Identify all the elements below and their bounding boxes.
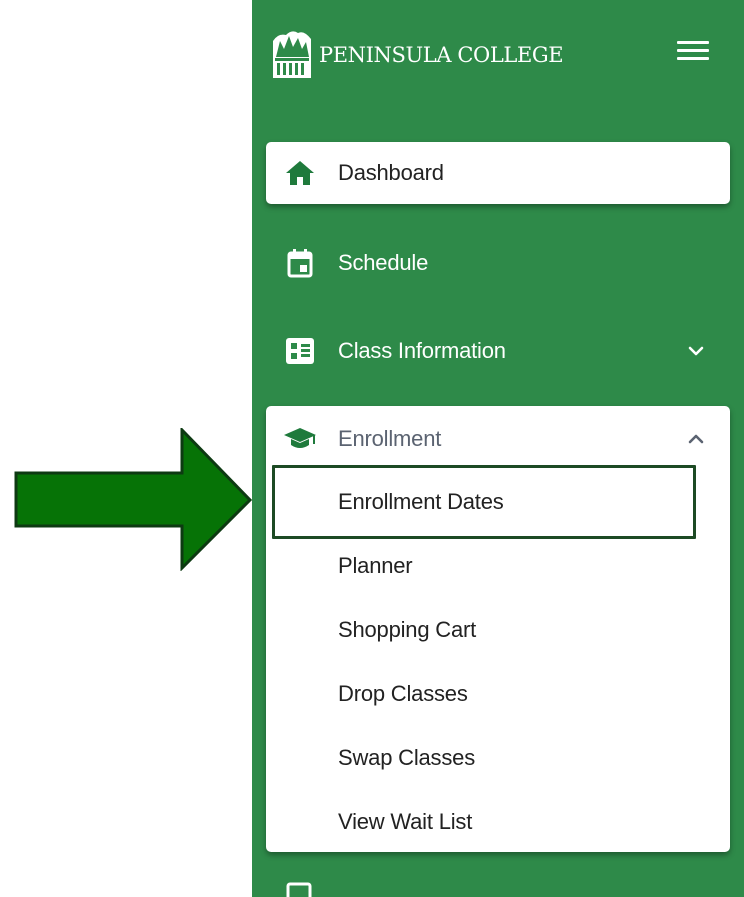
nav-item-schedule[interactable]: Schedule <box>266 232 730 294</box>
chevron-down-icon[interactable] <box>684 339 708 363</box>
screenshot-stage: PENINSULA COLLEGE Dashboard Schedule Cla… <box>0 0 744 897</box>
nav-label-class-information: Class Information <box>338 338 506 363</box>
subnav-item-shopping-cart[interactable]: Shopping Cart <box>338 610 476 650</box>
subnav-item-enrollment-dates[interactable]: Enrollment Dates <box>338 482 504 522</box>
menu-bar <box>677 48 709 52</box>
sidebar: PENINSULA COLLEGE Dashboard Schedule Cla… <box>252 0 744 897</box>
nav-group-enrollment: Enrollment Enrollment Dates Planner Shop… <box>266 406 730 852</box>
brand-name: PENINSULA COLLEGE <box>319 42 564 67</box>
graduation-cap-icon <box>283 422 317 456</box>
nav-item-class-information[interactable]: Class Information <box>266 320 730 382</box>
nav-item-dashboard[interactable]: Dashboard <box>266 142 730 204</box>
subnav-item-swap-classes[interactable]: Swap Classes <box>338 738 475 778</box>
subnav-item-drop-classes[interactable]: Drop Classes <box>338 674 468 714</box>
class-list-icon <box>283 334 317 368</box>
subnav-item-view-wait-list[interactable]: View Wait List <box>338 802 472 842</box>
nav-label-enrollment: Enrollment <box>338 426 442 451</box>
nav-item-enrollment[interactable]: Enrollment <box>266 406 730 472</box>
calendar-icon <box>283 246 317 280</box>
chevron-up-icon[interactable] <box>684 427 708 451</box>
college-building-logo-icon <box>273 30 311 78</box>
nav-label-dashboard: Dashboard <box>338 160 444 185</box>
menu-bar <box>677 40 709 44</box>
nav-label-schedule: Schedule <box>338 250 429 275</box>
next-nav-item-icon <box>286 882 312 897</box>
subnav-item-planner[interactable]: Planner <box>338 546 413 586</box>
callout-arrow-icon <box>14 428 253 571</box>
menu-bar <box>677 56 709 60</box>
brand[interactable]: PENINSULA COLLEGE <box>270 25 564 80</box>
home-icon <box>283 156 317 190</box>
hamburger-menu-icon[interactable] <box>677 38 711 62</box>
